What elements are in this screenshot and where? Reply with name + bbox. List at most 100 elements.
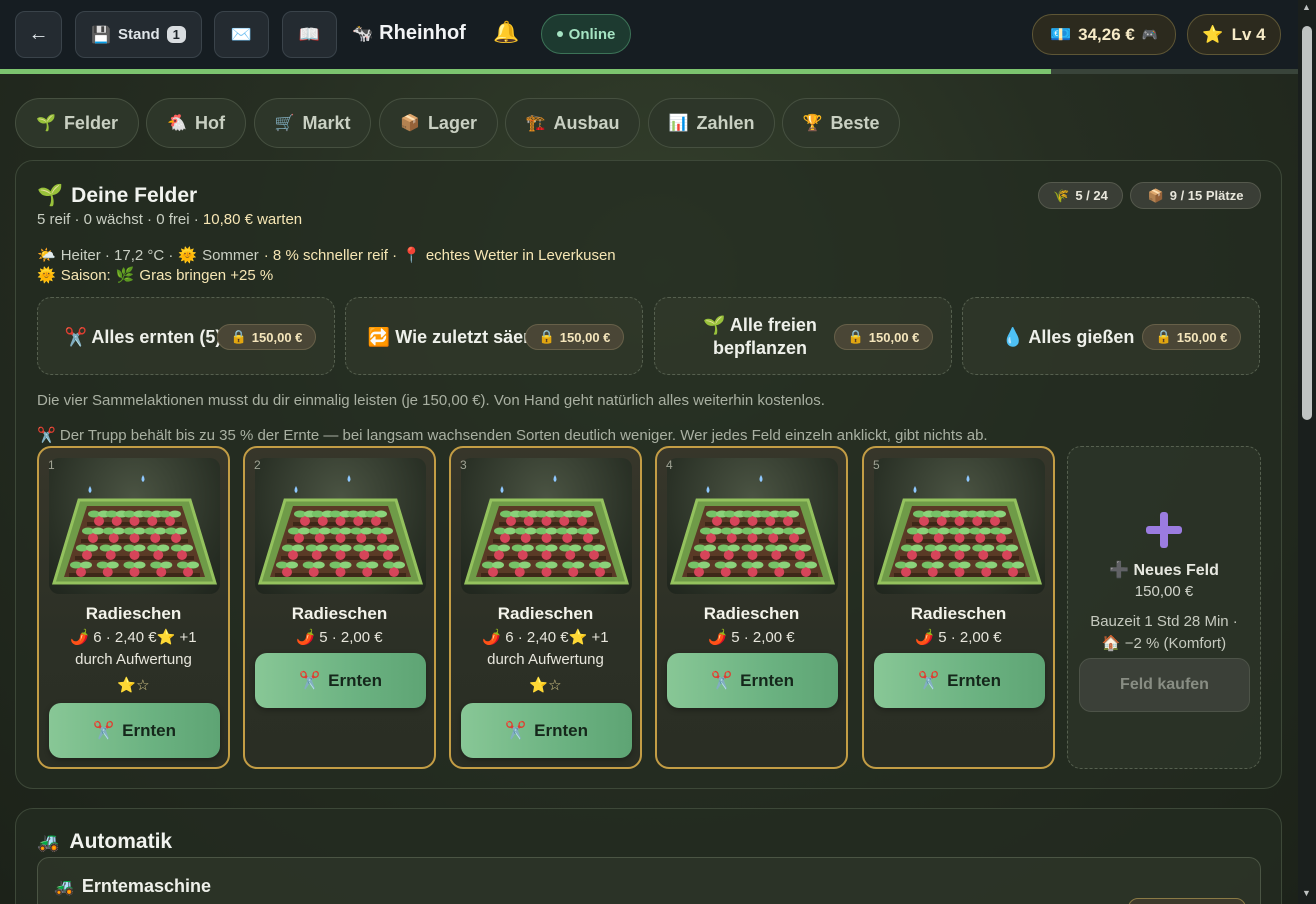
harvest-button[interactable]: ✂️ Ernten bbox=[874, 653, 1045, 708]
mail-button[interactable]: ✉️ bbox=[214, 11, 269, 58]
back-button[interactable]: ← bbox=[15, 11, 62, 58]
pin-icon: 📍 bbox=[402, 247, 421, 264]
chicken-icon: 🐔 bbox=[167, 115, 187, 132]
tab-beste[interactable]: 🏆 Beste bbox=[782, 98, 900, 148]
pepper-icon: 🌶️ bbox=[482, 629, 502, 646]
locked-price-badge: 🔒 150,00 € bbox=[525, 324, 624, 350]
new-field-info: Bauzeit 1 Std 28 Min · 🏠 −2 % (Komfort) bbox=[1068, 611, 1260, 655]
field-number: 4 bbox=[666, 458, 673, 472]
herb-icon: 🌿 bbox=[115, 267, 135, 284]
level-display[interactable]: ⭐ Lv 4 bbox=[1187, 14, 1281, 55]
field-card[interactable]: 1 Radieschen 🌶️ 6 · 2,40 €⭐ +1 durch Aufwe… bbox=[37, 446, 230, 769]
save-state-button[interactable]: 💾 Stand 1 bbox=[75, 11, 202, 58]
bell-icon[interactable]: 🔔 bbox=[493, 21, 519, 45]
harvest-label: Ernten bbox=[534, 720, 588, 740]
fields-title-label: Deine Felder bbox=[71, 184, 198, 207]
tab-label: Felder bbox=[63, 112, 118, 133]
field-number: 5 bbox=[873, 458, 880, 472]
top-bar: ← 💾 Stand 1 ✉️ 📖 🐄 Rheinhof 🔔 Online 💶 3… bbox=[0, 0, 1298, 72]
scrollbar-thumb[interactable] bbox=[1302, 26, 1312, 420]
field-yield: 🌶️ 5 · 2,00 € bbox=[245, 627, 434, 649]
new-field-card[interactable]: ➕ Neues Feld 150,00 € Bauzeit 1 Std 28 M… bbox=[1067, 446, 1261, 769]
season-line: 🌞 Saison: 🌿 Gras bringen +25 % bbox=[37, 266, 274, 285]
harvest-label: Ernten bbox=[328, 670, 382, 690]
envelope-icon: ✉️ bbox=[230, 24, 253, 44]
field-card[interactable]: 4 Radieschen 🌶️ 5 · 2,00 € ✂️ Ernten bbox=[655, 446, 848, 769]
action-label-text: Alles ernten (5) bbox=[91, 326, 222, 347]
locked-price-badge: 🔒 150,00 € bbox=[834, 324, 933, 350]
scroll-up-icon[interactable]: ▲ bbox=[1302, 2, 1311, 12]
automation-title: 🚜 Automatik bbox=[37, 830, 172, 854]
repeat-sow-action[interactable]: 🔁 Wie zuletzt säen 🔒 150,00 € bbox=[345, 297, 643, 375]
level-value: Lv 4 bbox=[1231, 24, 1266, 44]
harvester-card: 🚜 Erntemaschine bbox=[37, 857, 1261, 904]
action-label: 🔁 Wie zuletzt säen bbox=[356, 298, 546, 376]
price-value: 150,00 € bbox=[1176, 329, 1228, 345]
farm-name-label: Rheinhof bbox=[379, 22, 466, 44]
new-field-title: ➕ Neues Feld bbox=[1068, 560, 1260, 580]
crew-note: ✂️ Der Trupp behält bis zu 35 % der Ernt… bbox=[37, 426, 988, 444]
tab-ausbau[interactable]: 🏗️ Ausbau bbox=[505, 98, 640, 148]
harvest-all-action[interactable]: ✂️ Alles ernten (5) 🔒 150,00 € bbox=[37, 297, 335, 375]
seedling-icon: 🌱 bbox=[703, 315, 726, 335]
action-label: 🌱 Alle freien bepflanzen bbox=[665, 298, 855, 376]
fields-count-value: 5 / 24 bbox=[1075, 188, 1108, 203]
yield-value: 5 · 2,00 € bbox=[319, 629, 383, 646]
plus-icon bbox=[1068, 507, 1260, 561]
bar-chart-icon: 📊 bbox=[668, 115, 689, 132]
scissors-icon: ✂️ bbox=[37, 427, 56, 444]
season-label: Saison: bbox=[60, 266, 111, 284]
money-display[interactable]: 💶 34,26 € 🎮 bbox=[1032, 14, 1176, 55]
field-rating: ⭐☆ bbox=[39, 676, 228, 694]
pepper-icon: 🌶️ bbox=[708, 629, 728, 646]
tab-lager[interactable]: 📦 Lager bbox=[379, 98, 498, 148]
season-text: Gras bringen +25 % bbox=[139, 266, 274, 284]
action-label: ✂️ Alles ernten (5) bbox=[48, 298, 238, 376]
harvester-button[interactable] bbox=[1128, 898, 1246, 904]
star-icon: ⭐ bbox=[156, 629, 176, 646]
scroll-down-icon[interactable]: ▼ bbox=[1302, 888, 1311, 898]
controller-icon: 🎮 bbox=[1141, 26, 1159, 42]
trophy-icon: 🏆 bbox=[802, 115, 823, 132]
construction-icon: 🏗️ bbox=[525, 115, 546, 132]
harvest-button[interactable]: ✂️ Ernten bbox=[667, 653, 838, 708]
tab-zahlen[interactable]: 📊 Zahlen bbox=[648, 98, 775, 148]
water-all-action[interactable]: 💧 Alles gießen 🔒 150,00 € bbox=[962, 297, 1260, 375]
harvest-label: Ernten bbox=[947, 670, 1001, 690]
field-card[interactable]: 2 Radieschen 🌶️ 5 · 2,00 € ✂️ Ernten bbox=[243, 446, 436, 769]
buy-field-button[interactable]: Feld kaufen bbox=[1079, 658, 1250, 712]
arrow-left-icon: ← bbox=[28, 23, 49, 45]
harvest-button[interactable]: ✂️ Ernten bbox=[255, 653, 426, 708]
guide-button[interactable]: 📖 bbox=[282, 11, 337, 58]
storage-chip: 📦 9 / 15 Plätze bbox=[1130, 182, 1261, 209]
tab-markt[interactable]: 🛒 Markt bbox=[254, 98, 371, 148]
harvest-button[interactable]: ✂️ Ernten bbox=[461, 703, 632, 758]
weather-line: 🌤️ Heiter · 17,2 °C · 🌞 Sommer · 8 % sch… bbox=[37, 246, 616, 265]
field-card[interactable]: 3 Radieschen 🌶️ 6 · 2,40 €⭐ +1 durch Aufwe… bbox=[449, 446, 642, 769]
star-empty-icon: ☆ bbox=[548, 677, 562, 694]
plus-icon: ➕ bbox=[1109, 562, 1130, 579]
farm-name: 🐄 Rheinhof bbox=[352, 22, 466, 45]
box-icon: 📦 bbox=[400, 115, 420, 132]
tab-label: Hof bbox=[194, 112, 225, 133]
tab-felder[interactable]: 🌱 Felder bbox=[15, 98, 139, 148]
save-count-badge: 1 bbox=[166, 26, 186, 43]
locked-price-badge: 🔒 150,00 € bbox=[1142, 324, 1241, 350]
crop-name: Radieschen bbox=[291, 604, 388, 623]
scrollbar[interactable]: ▲ ▼ bbox=[1298, 0, 1316, 904]
harvest-button[interactable]: ✂️ Ernten bbox=[49, 703, 220, 758]
xp-progress-bar bbox=[0, 69, 1298, 74]
field-image bbox=[667, 458, 838, 594]
weather-text: Heiter · 17,2 °C · bbox=[60, 246, 174, 264]
field-number: 1 bbox=[48, 458, 55, 472]
action-label: 💧 Alles gießen bbox=[973, 298, 1163, 376]
plant-all-action[interactable]: 🌱 Alle freien bepflanzen 🔒 150,00 € bbox=[654, 297, 952, 375]
automation-title-text: Automatik bbox=[69, 830, 173, 853]
field-yield: 🌶️ 5 · 2,00 € bbox=[864, 627, 1053, 649]
star-filled-icon: ⭐ bbox=[117, 677, 137, 694]
field-card[interactable]: 5 Radieschen 🌶️ 5 · 2,00 € ✂️ Ernten bbox=[862, 446, 1055, 769]
scissors-icon: ✂️ bbox=[710, 670, 733, 690]
tab-hof[interactable]: 🐔 Hof bbox=[146, 98, 246, 148]
star-icon: ⭐ bbox=[1202, 24, 1224, 44]
field-number: 3 bbox=[460, 458, 467, 472]
